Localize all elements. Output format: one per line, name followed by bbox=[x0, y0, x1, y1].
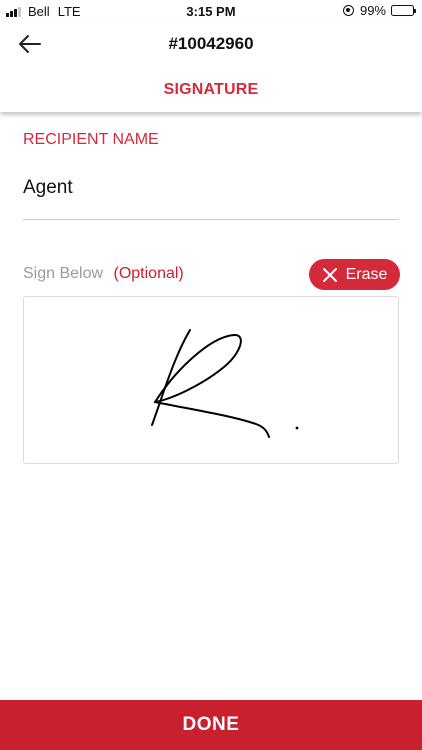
battery-percentage: 99% bbox=[359, 3, 386, 18]
erase-button[interactable]: Erase bbox=[309, 259, 400, 290]
sign-below-row: Sign Below (Optional) bbox=[23, 265, 184, 283]
done-button[interactable]: DONE bbox=[0, 700, 422, 750]
close-icon bbox=[322, 267, 338, 283]
handwritten-signature bbox=[151, 329, 299, 438]
recipient-name-label: RECIPIENT NAME bbox=[23, 131, 159, 148]
nav-bar: #10042960 SIGNATURE bbox=[0, 22, 422, 112]
orientation-lock-icon bbox=[342, 5, 354, 16]
status-bar: Bell LTE 3:15 PM 99% bbox=[0, 0, 422, 22]
back-button[interactable] bbox=[14, 28, 46, 60]
erase-label: Erase bbox=[345, 265, 388, 283]
sign-below-label: Sign Below bbox=[23, 265, 104, 282]
back-arrow-icon bbox=[19, 35, 41, 53]
order-number-title: #10042960 bbox=[168, 34, 254, 53]
status-right: 99% bbox=[342, 3, 416, 18]
page-title: SIGNATURE bbox=[163, 81, 259, 98]
signature-screen: Bell LTE 3:15 PM 99% #10042960 SIGNATURE… bbox=[0, 0, 422, 750]
optional-label: (Optional) bbox=[113, 265, 184, 282]
recipient-name-input[interactable] bbox=[23, 170, 399, 220]
battery-icon bbox=[391, 5, 416, 16]
signature-pad[interactable] bbox=[23, 296, 399, 464]
